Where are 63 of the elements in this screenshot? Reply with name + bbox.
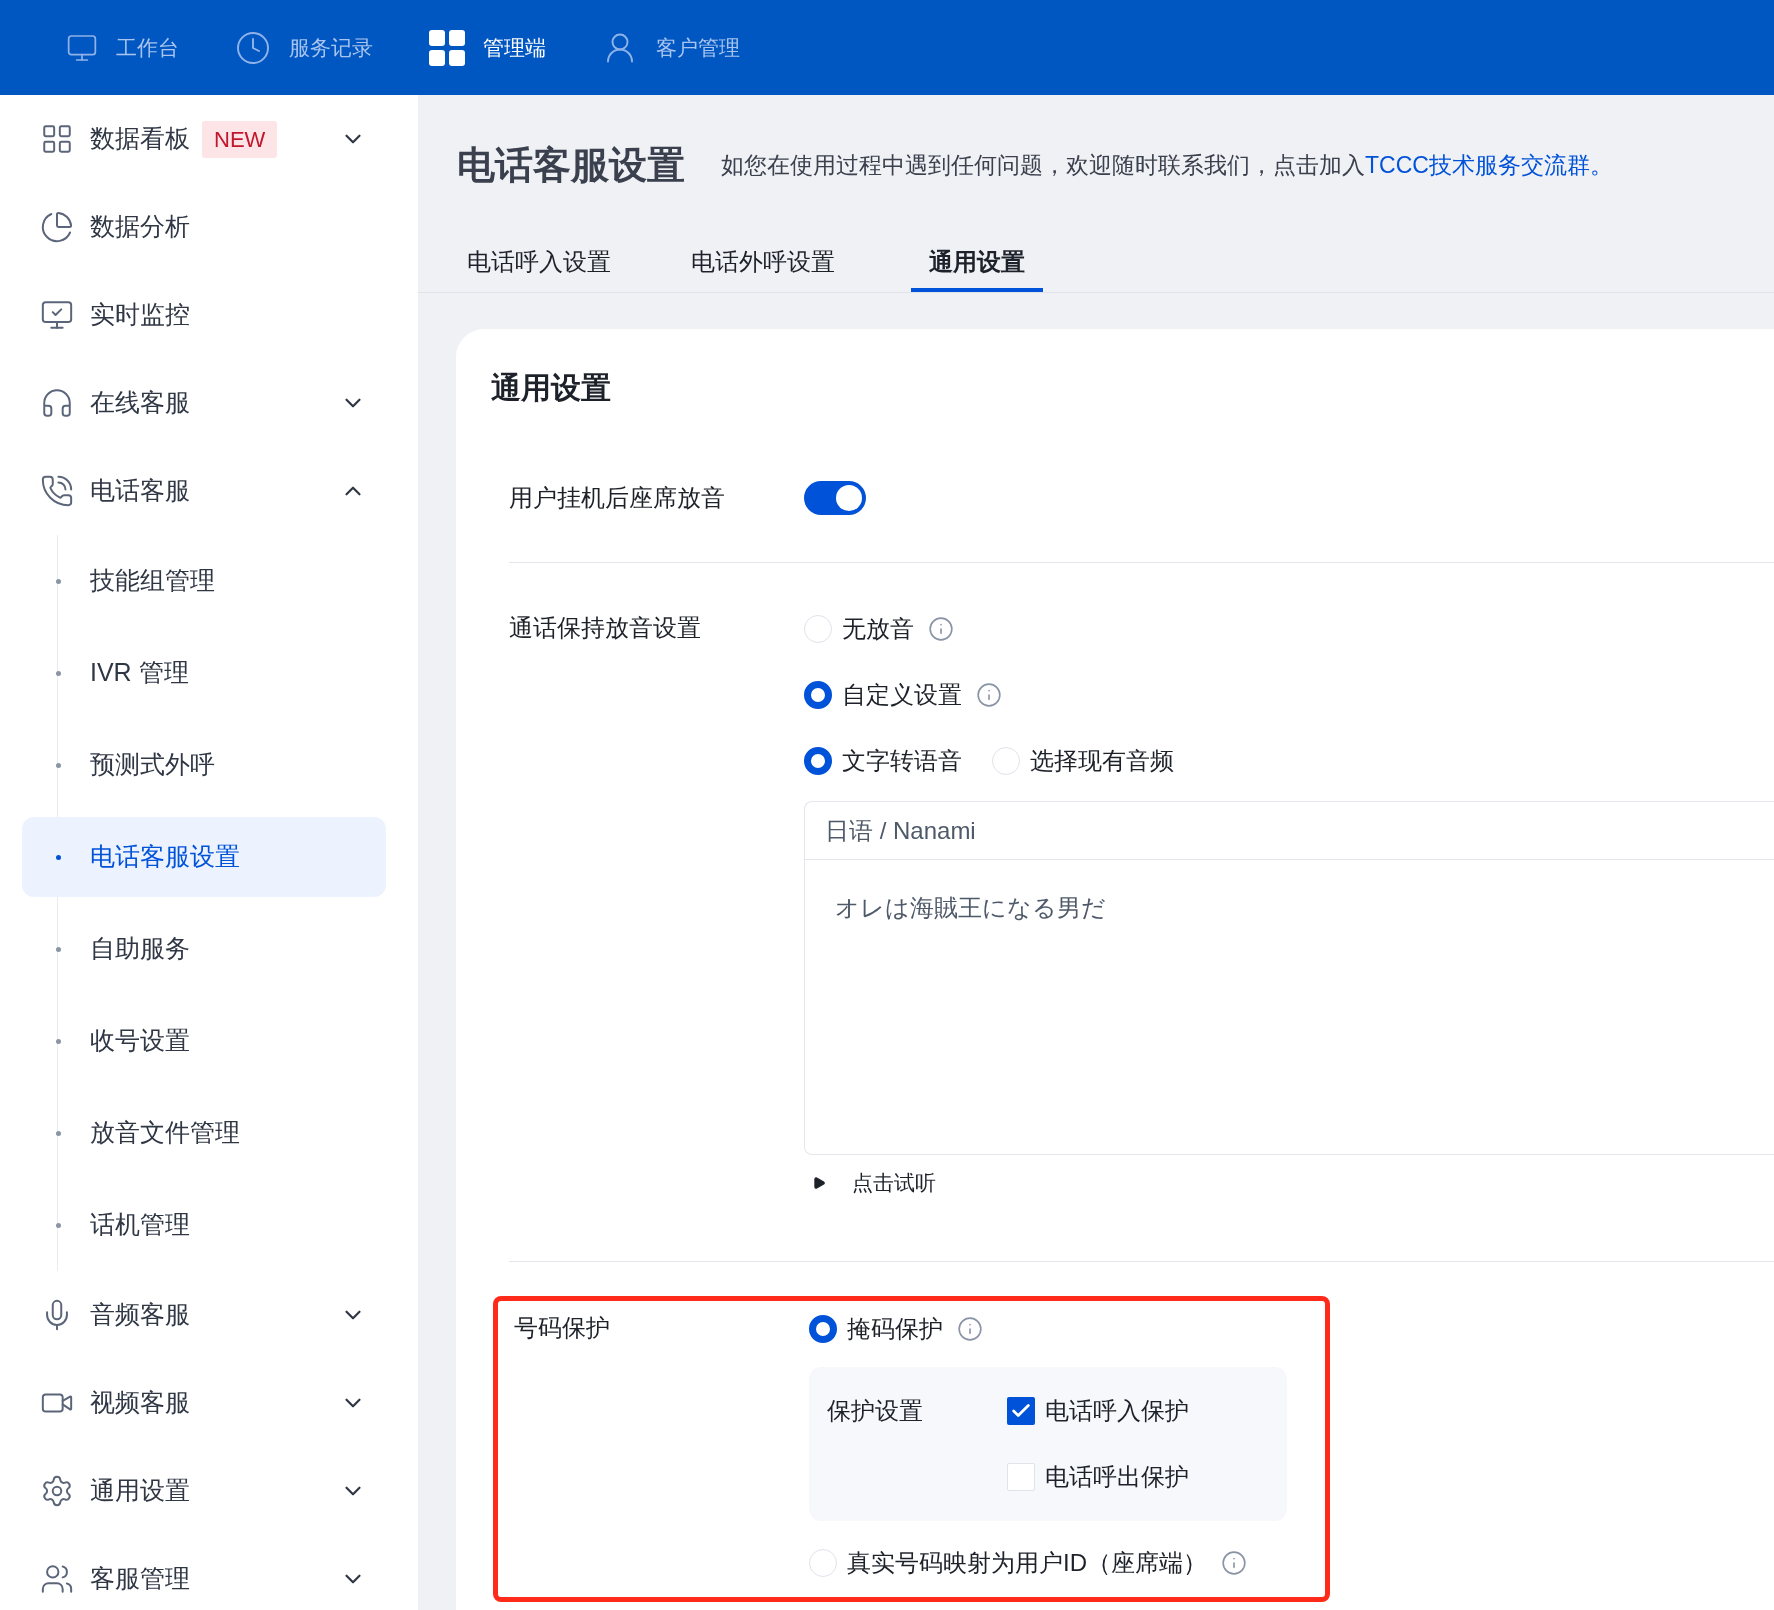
tab[interactable]: 通用设置 xyxy=(911,236,1043,292)
sidebar-item[interactable]: 数据看板 xyxy=(90,120,190,158)
pie-chart-icon xyxy=(40,210,74,244)
info-icon[interactable] xyxy=(957,1315,983,1342)
info-icon[interactable] xyxy=(928,616,954,642)
checkbox-label: 电话呼出保护 xyxy=(1045,1461,1189,1492)
page-title: 电话客服设置 xyxy=(457,142,685,188)
sidebar-subitem[interactable]: 收号设置 xyxy=(22,1001,386,1081)
toggle-switch[interactable] xyxy=(804,480,866,515)
users-icon xyxy=(40,1562,74,1596)
sidebar-subitem[interactable]: 话机管理 xyxy=(22,1185,386,1265)
sidebar-item[interactable]: 音频客服 xyxy=(90,1296,190,1334)
sidebar-subitem[interactable]: 技能组管理 xyxy=(22,541,386,621)
radio-button[interactable] xyxy=(804,747,832,775)
tab[interactable]: 电话呼入设置 xyxy=(463,236,615,292)
grid-icon xyxy=(429,29,465,66)
headphones-icon xyxy=(40,386,74,420)
top-nav-item[interactable]: 服务记录 xyxy=(289,31,373,64)
sidebar-subitem[interactable]: 电话客服设置 xyxy=(22,817,386,897)
checkbox[interactable] xyxy=(1007,1462,1035,1491)
clock-icon xyxy=(235,29,271,66)
protection-settings-label: 保护设置 xyxy=(827,1395,924,1426)
checkbox-label: 电话呼入保护 xyxy=(1045,1395,1189,1426)
top-nav-item[interactable]: 工作台 xyxy=(116,31,179,64)
sidebar-item[interactable]: 数据分析 xyxy=(90,208,190,246)
top-nav-item[interactable]: 客户管理 xyxy=(656,31,740,64)
sidebar-item[interactable]: 视频客服 xyxy=(90,1384,190,1422)
sidebar-subitem[interactable]: 预测式外呼 xyxy=(22,725,386,805)
community-link[interactable]: TCCC技术服务交流群。 xyxy=(1365,151,1613,178)
radio-button[interactable] xyxy=(809,1314,837,1343)
radio-label: 选择现有音频 xyxy=(1030,746,1174,776)
sidebar-item[interactable]: 电话客服 xyxy=(90,472,190,510)
sidebar-subitem[interactable]: IVR 管理 xyxy=(22,633,386,713)
radio-label: 掩码保护 xyxy=(847,1313,943,1344)
setting-label: 号码保护 xyxy=(514,1312,611,1343)
radio-label: 真实号码映射为用户ID（座席端） xyxy=(847,1547,1207,1578)
sidebar-item[interactable]: 客服管理 xyxy=(90,1560,190,1598)
sidebar-item[interactable]: 实时监控 xyxy=(90,296,190,334)
voice-select[interactable]: 日语 / Nanami xyxy=(805,802,1774,860)
card-title: 通用设置 xyxy=(490,370,612,406)
info-icon[interactable] xyxy=(976,682,1002,708)
sidebar-item[interactable]: 通用设置 xyxy=(90,1472,190,1510)
new-badge: NEW xyxy=(202,120,278,158)
intro-text: 如您在使用过程中遇到任何问题，欢迎随时联系我们，点击加入TCCC技术服务交流群。 xyxy=(721,150,1613,180)
sidebar-subitem[interactable]: 放音文件管理 xyxy=(22,1093,386,1173)
monitor-chart-icon xyxy=(40,298,74,332)
phone-icon xyxy=(40,474,74,508)
info-icon[interactable] xyxy=(1221,1549,1247,1576)
sidebar-subitem[interactable]: 自助服务 xyxy=(22,909,386,989)
settings-icon xyxy=(40,1474,74,1508)
checkbox[interactable] xyxy=(1007,1396,1035,1425)
sidebar-item[interactable]: 在线客服 xyxy=(90,384,190,422)
setting-label: 通话保持放音设置 xyxy=(509,613,702,643)
radio-label: 文字转语音 xyxy=(842,746,962,776)
radio-label: 自定义设置 xyxy=(842,680,962,710)
tab[interactable]: 电话外呼设置 xyxy=(687,236,839,292)
top-nav-item[interactable]: 管理端 xyxy=(483,31,546,64)
speech-text-input[interactable]: オレは海賊王になる男だ xyxy=(805,860,1774,1154)
radio-label: 无放音 xyxy=(842,614,914,644)
preview-link[interactable]: 点击试听 xyxy=(852,1167,936,1199)
radio-button[interactable] xyxy=(804,681,832,709)
grid-icon xyxy=(40,122,74,156)
setting-label: 用户挂机后座席放音 xyxy=(509,482,726,513)
